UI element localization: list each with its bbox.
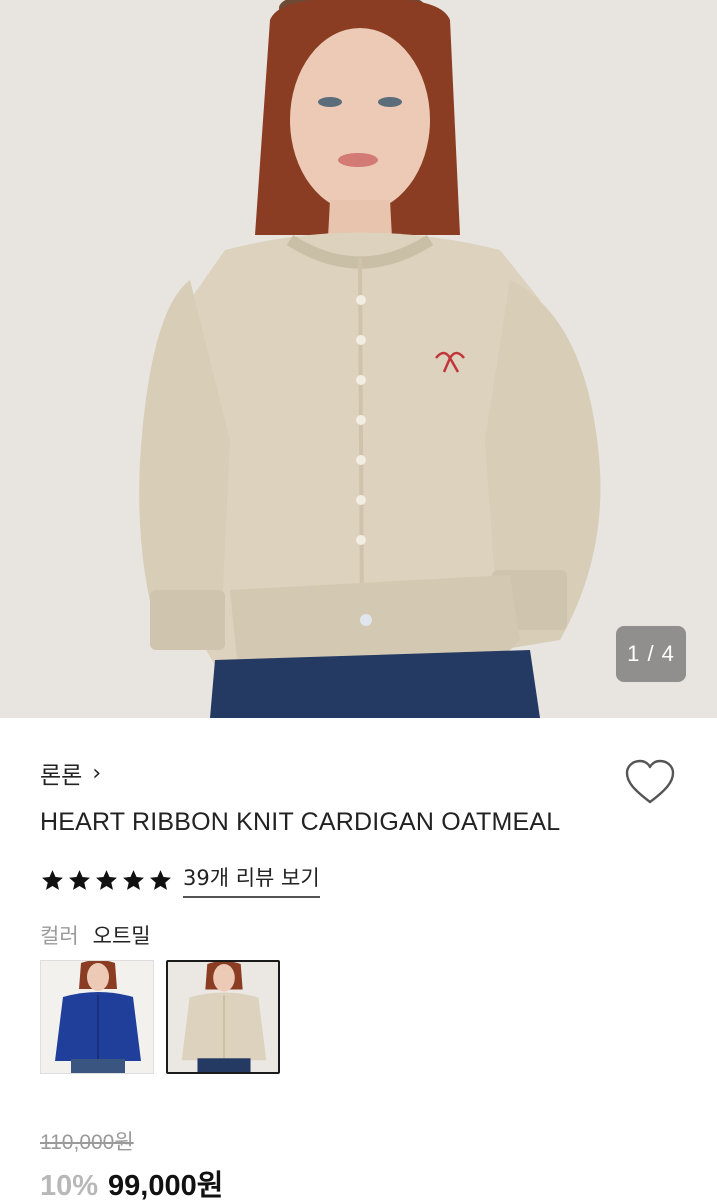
product-hero-image[interactable]: 1 / 4 bbox=[0, 0, 717, 718]
color-option-row: 컬러 오트밀 bbox=[40, 920, 151, 950]
wishlist-button[interactable] bbox=[624, 758, 676, 808]
star-icon bbox=[150, 869, 171, 890]
original-price: 110,000원 bbox=[40, 1131, 134, 1154]
star-icon bbox=[123, 869, 144, 890]
star-icon bbox=[69, 869, 90, 890]
brand-name: 론론 bbox=[40, 763, 83, 789]
color-swatches bbox=[40, 960, 280, 1074]
sale-price: 99,000원 bbox=[108, 1170, 224, 1202]
brand-link[interactable]: 론론 › bbox=[40, 756, 101, 790]
review-link[interactable]: 39개 리뷰 보기 bbox=[183, 862, 320, 898]
chevron-right-icon: › bbox=[92, 760, 102, 786]
star-rating bbox=[40, 868, 173, 893]
model-illustration bbox=[0, 0, 717, 718]
product-title: HEART RIBBON KNIT CARDIGAN OATMEAL bbox=[40, 808, 561, 836]
swatch-blue-image bbox=[41, 961, 153, 1073]
swatch-oatmeal[interactable] bbox=[166, 960, 280, 1074]
heart-outline-icon bbox=[625, 759, 675, 804]
discount-rate: 10% bbox=[40, 1170, 99, 1202]
rating-row: 39개 리뷰 보기 bbox=[40, 862, 320, 898]
star-icon bbox=[42, 869, 63, 890]
price-row: 10% 99,000원 bbox=[40, 1162, 223, 1204]
image-pager: 1 / 4 bbox=[616, 626, 686, 682]
star-icon bbox=[96, 869, 117, 890]
swatch-blue[interactable] bbox=[40, 960, 154, 1074]
swatch-oatmeal-image bbox=[168, 962, 278, 1072]
color-value: 오트밀 bbox=[92, 924, 151, 948]
color-label: 컬러 bbox=[40, 924, 79, 948]
